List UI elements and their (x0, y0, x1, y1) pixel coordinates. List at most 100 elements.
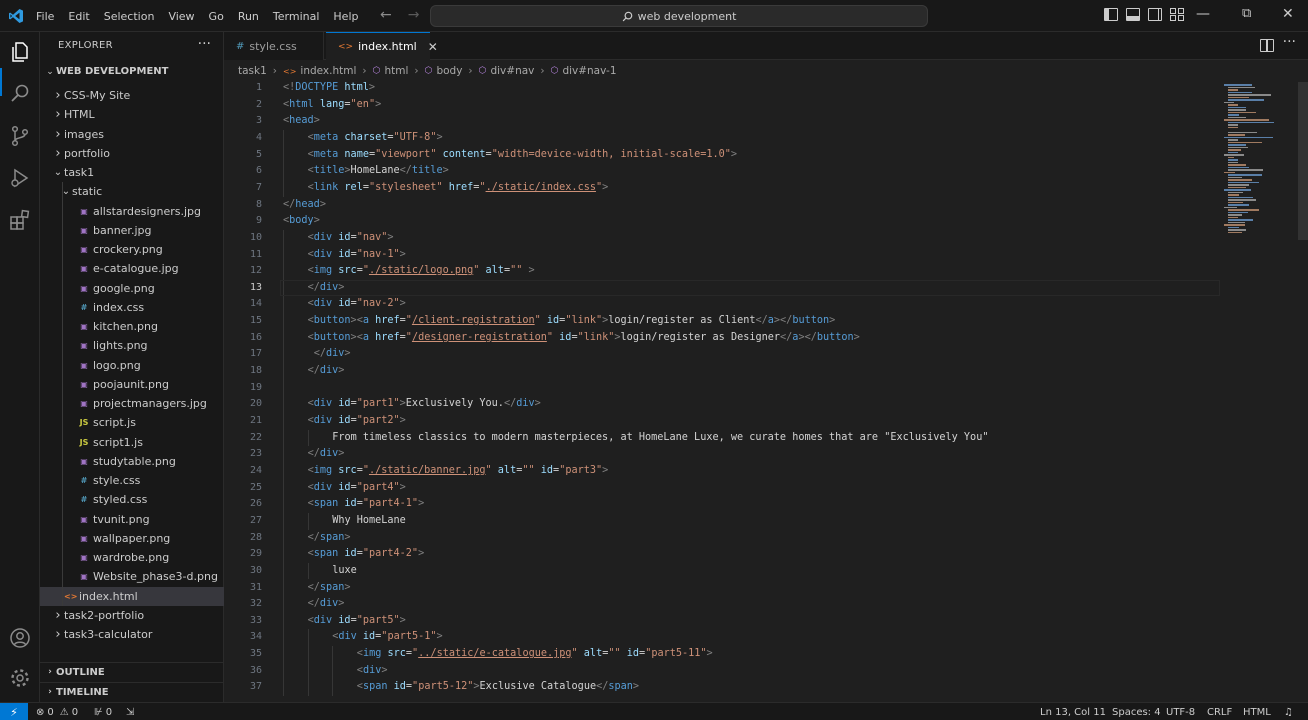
tree-folder[interactable]: › CSS-My Site (40, 86, 224, 105)
tree-folder[interactable]: › images (40, 125, 224, 144)
tree-file[interactable]: ▣ tvunit.png (40, 510, 224, 529)
eol-status[interactable]: CRLF (1207, 703, 1232, 720)
ports-status[interactable]: ⊮ 0 (94, 703, 112, 720)
code-line[interactable]: <div id="part5"> (308, 613, 406, 630)
tree-file[interactable]: ▣ google.png (40, 279, 224, 298)
tree-file[interactable]: ▣ projectmanagers.jpg (40, 394, 224, 413)
code-line[interactable]: <span id="part4-2"> (308, 546, 425, 563)
code-line[interactable]: luxe (332, 563, 357, 580)
code-line[interactable]: </div> (308, 363, 345, 380)
indentation-status[interactable]: Spaces: 4 (1112, 703, 1161, 720)
code-line[interactable]: <title>HomeLane</title> (308, 163, 449, 180)
tree-file[interactable]: # styled.css (40, 490, 224, 509)
toggle-panel-icon[interactable] (1126, 8, 1140, 21)
code-line[interactable]: <html lang="en"> (283, 97, 381, 114)
restore-icon[interactable]: ⧉ (1242, 6, 1251, 21)
cursor-position[interactable]: Ln 13, Col 11 (1040, 703, 1106, 720)
source-control-icon[interactable] (8, 124, 32, 148)
menu-view[interactable]: View (168, 10, 194, 23)
code-line[interactable]: <div id="part2"> (308, 413, 406, 430)
menu-edit[interactable]: Edit (68, 10, 89, 23)
tree-file[interactable]: JS script.js (40, 413, 224, 432)
tree-file[interactable]: ▣ crockery.png (40, 240, 224, 259)
tab-style-css[interactable]: # style.css (224, 32, 324, 60)
tree-folder[interactable]: › portfolio (40, 144, 224, 163)
back-arrow-icon[interactable]: ← (380, 7, 392, 23)
tree-file[interactable]: ▣ wallpaper.png (40, 529, 224, 548)
code-line[interactable]: <img src="./static/logo.png" alt="" > (308, 263, 535, 280)
customize-layout-icon[interactable] (1170, 8, 1184, 21)
code-line[interactable]: <img src="../static/e-catalogue.jpg" alt… (357, 646, 713, 663)
code-line[interactable]: <!DOCTYPE html> (283, 80, 375, 97)
more-actions-icon[interactable]: ··· (198, 36, 211, 52)
tree-file[interactable]: # style.css (40, 471, 224, 490)
breadcrumb-item[interactable]: html (384, 65, 408, 77)
menu-file[interactable]: File (36, 10, 54, 23)
settings-gear-icon[interactable] (8, 666, 32, 690)
tree-folder[interactable]: ⌄ task1 (40, 163, 224, 182)
code-line[interactable]: </div> (308, 596, 345, 613)
code-line[interactable]: <div id="part1">Exclusively You.</div> (308, 396, 541, 413)
tree-file[interactable]: ▣ studytable.png (40, 452, 224, 471)
code-line[interactable]: <div id="nav"> (308, 230, 394, 247)
code-editor[interactable]: 1 2 3 4 5 6 7 8 9 10 11 12 13 14 15 16 17 18 19 20 21 22 23 24 2… (224, 82, 1308, 702)
menu-go[interactable]: Go (209, 10, 224, 23)
account-icon[interactable] (8, 626, 32, 650)
code-line[interactable]: <button><a href="/client-registration" i… (308, 313, 836, 330)
toggle-primary-sidebar-icon[interactable] (1104, 8, 1118, 21)
breadcrumb-item[interactable]: index.html (300, 65, 356, 77)
encoding-status[interactable]: UTF-8 (1166, 703, 1195, 720)
code-line[interactable]: <button><a href="/designer-registration"… (308, 330, 860, 347)
live-share-icon[interactable]: ⇲ (126, 703, 134, 720)
menu-help[interactable]: Help (333, 10, 358, 23)
code-line[interactable]: <div id="nav-1"> (308, 247, 406, 264)
tree-file[interactable]: <> index.html (40, 586, 224, 606)
code-line[interactable]: <span id="part5-12">Exclusive Catalogue<… (357, 679, 639, 696)
tree-folder[interactable]: › task3-calculator (40, 625, 224, 644)
search-icon[interactable] (8, 82, 32, 106)
language-mode[interactable]: HTML (1243, 703, 1271, 720)
code-line[interactable]: Why HomeLane (332, 513, 406, 530)
code-line[interactable]: </span> (308, 530, 351, 547)
tree-file[interactable]: ▣ Website_phase3-d.png (40, 567, 224, 586)
code-line[interactable]: </div> (308, 346, 351, 363)
tree-file[interactable]: # index.css (40, 298, 224, 317)
breadcrumb-item[interactable]: div#nav (490, 65, 534, 77)
tree-file[interactable]: ▣ logo.png (40, 356, 224, 375)
tree-file[interactable]: JS script1.js (40, 433, 224, 452)
code-line[interactable]: </div> (308, 446, 345, 463)
code-line[interactable]: <body> (283, 213, 320, 230)
code-line[interactable]: <img src="./static/banner.jpg" alt="" id… (308, 463, 609, 480)
code-line[interactable]: <meta name="viewport" content="width=dev… (308, 147, 737, 164)
outline-section[interactable]: › OUTLINE (40, 662, 224, 681)
menu-selection[interactable]: Selection (104, 10, 155, 23)
run-debug-icon[interactable] (8, 166, 32, 190)
code-line[interactable]: <span id="part4-1"> (308, 496, 425, 513)
timeline-section[interactable]: › TIMELINE (40, 682, 224, 701)
code-line[interactable]: From timeless classics to modern masterp… (332, 430, 988, 447)
toggle-secondary-sidebar-icon[interactable] (1148, 8, 1162, 21)
command-center[interactable]: web development (430, 5, 928, 27)
tree-file[interactable]: ▣ kitchen.png (40, 317, 224, 336)
close-window-icon[interactable]: ✕ (1282, 6, 1294, 22)
more-actions-icon[interactable]: ··· (1283, 34, 1296, 50)
tree-folder[interactable]: ⌄ static (40, 182, 224, 201)
breadcrumb-item[interactable]: task1 (238, 65, 267, 77)
tree-folder[interactable]: › HTML (40, 105, 224, 124)
code-line[interactable]: </head> (283, 197, 326, 214)
tree-file[interactable]: ▣ banner.jpg (40, 221, 224, 240)
problems-status[interactable]: ⊗ 0 ⚠ 0 (36, 703, 78, 720)
code-line[interactable]: </span> (308, 580, 351, 597)
code-line[interactable]: </div> (308, 280, 345, 297)
breadcrumb-item[interactable]: body (436, 65, 462, 77)
tree-file[interactable]: ▣ wardrobe.png (40, 548, 224, 567)
extensions-icon[interactable] (8, 208, 32, 232)
menu-terminal[interactable]: Terminal (273, 10, 320, 23)
code-line[interactable]: <link rel="stylesheet" href="./static/in… (308, 180, 609, 197)
remote-indicator-icon[interactable]: ⚡ (0, 703, 28, 720)
minimize-icon[interactable]: — (1196, 6, 1210, 22)
tree-file[interactable]: ▣ poojaunit.png (40, 375, 224, 394)
code-line[interactable]: <div id="nav-2"> (308, 296, 406, 313)
menu-run[interactable]: Run (238, 10, 259, 23)
tree-folder[interactable]: › task2-portfolio (40, 606, 224, 625)
